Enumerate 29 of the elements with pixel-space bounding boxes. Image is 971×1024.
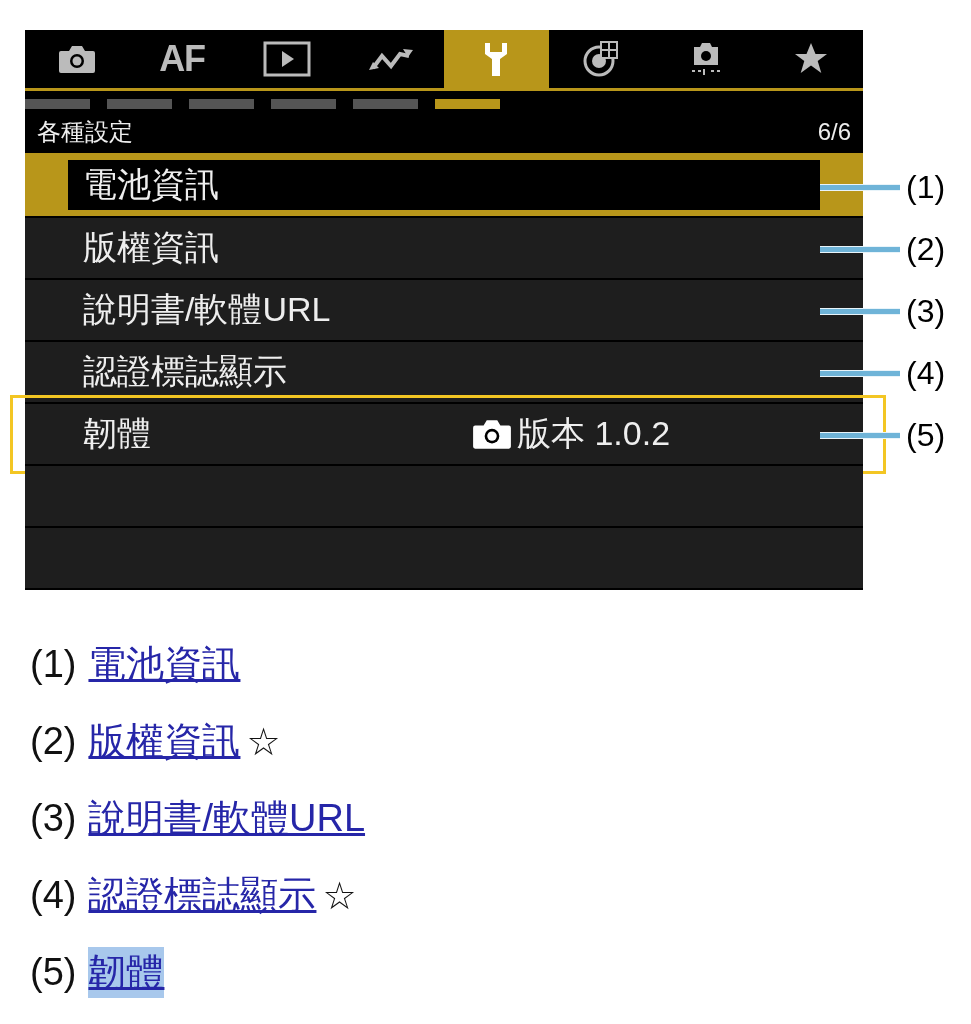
menu-item[interactable]: 韌體 版本 1.0.2 (25, 404, 863, 466)
camera-icon (471, 417, 513, 451)
legend-link[interactable]: 說明書/軟體URL (88, 793, 366, 844)
legend-number: (5) (30, 951, 77, 994)
legend-number: (1) (30, 643, 77, 686)
menu-item[interactable]: 電池資訊 (25, 156, 863, 218)
item-label: 韌體 (83, 413, 151, 454)
item-label: 電池資訊 (83, 164, 219, 205)
legend-number: (3) (30, 797, 77, 840)
menu-item[interactable]: 說明書/軟體URL (25, 280, 863, 342)
menu-title: 各種設定 (37, 117, 133, 147)
legend-link[interactable]: 認證標誌顯示 (88, 870, 317, 921)
menu-item[interactable]: 認證標誌顯示 (25, 342, 863, 404)
item-label: 認證標誌顯示 (83, 351, 287, 392)
item-value: 版本 1.0.2 (517, 413, 671, 454)
item-label: 版權資訊 (83, 227, 219, 268)
star-mark: ☆ (322, 873, 357, 918)
star-mark: ☆ (246, 719, 281, 764)
menu-tab[interactable]: AF (129, 30, 235, 88)
menu-item[interactable]: 版權資訊 (25, 218, 863, 280)
legend-number: (4) (30, 874, 77, 917)
playback-icon (262, 41, 311, 77)
item-label: 說明書/軟體URL (83, 289, 331, 330)
page-number: 6/6 (817, 118, 851, 146)
legend-link[interactable]: 電池資訊 (88, 639, 241, 690)
legend-link[interactable]: 版權資訊 (88, 716, 241, 767)
camera-icon (57, 43, 98, 75)
legend-number: (2) (30, 720, 77, 763)
legend-link[interactable]: 韌體 (88, 947, 165, 998)
